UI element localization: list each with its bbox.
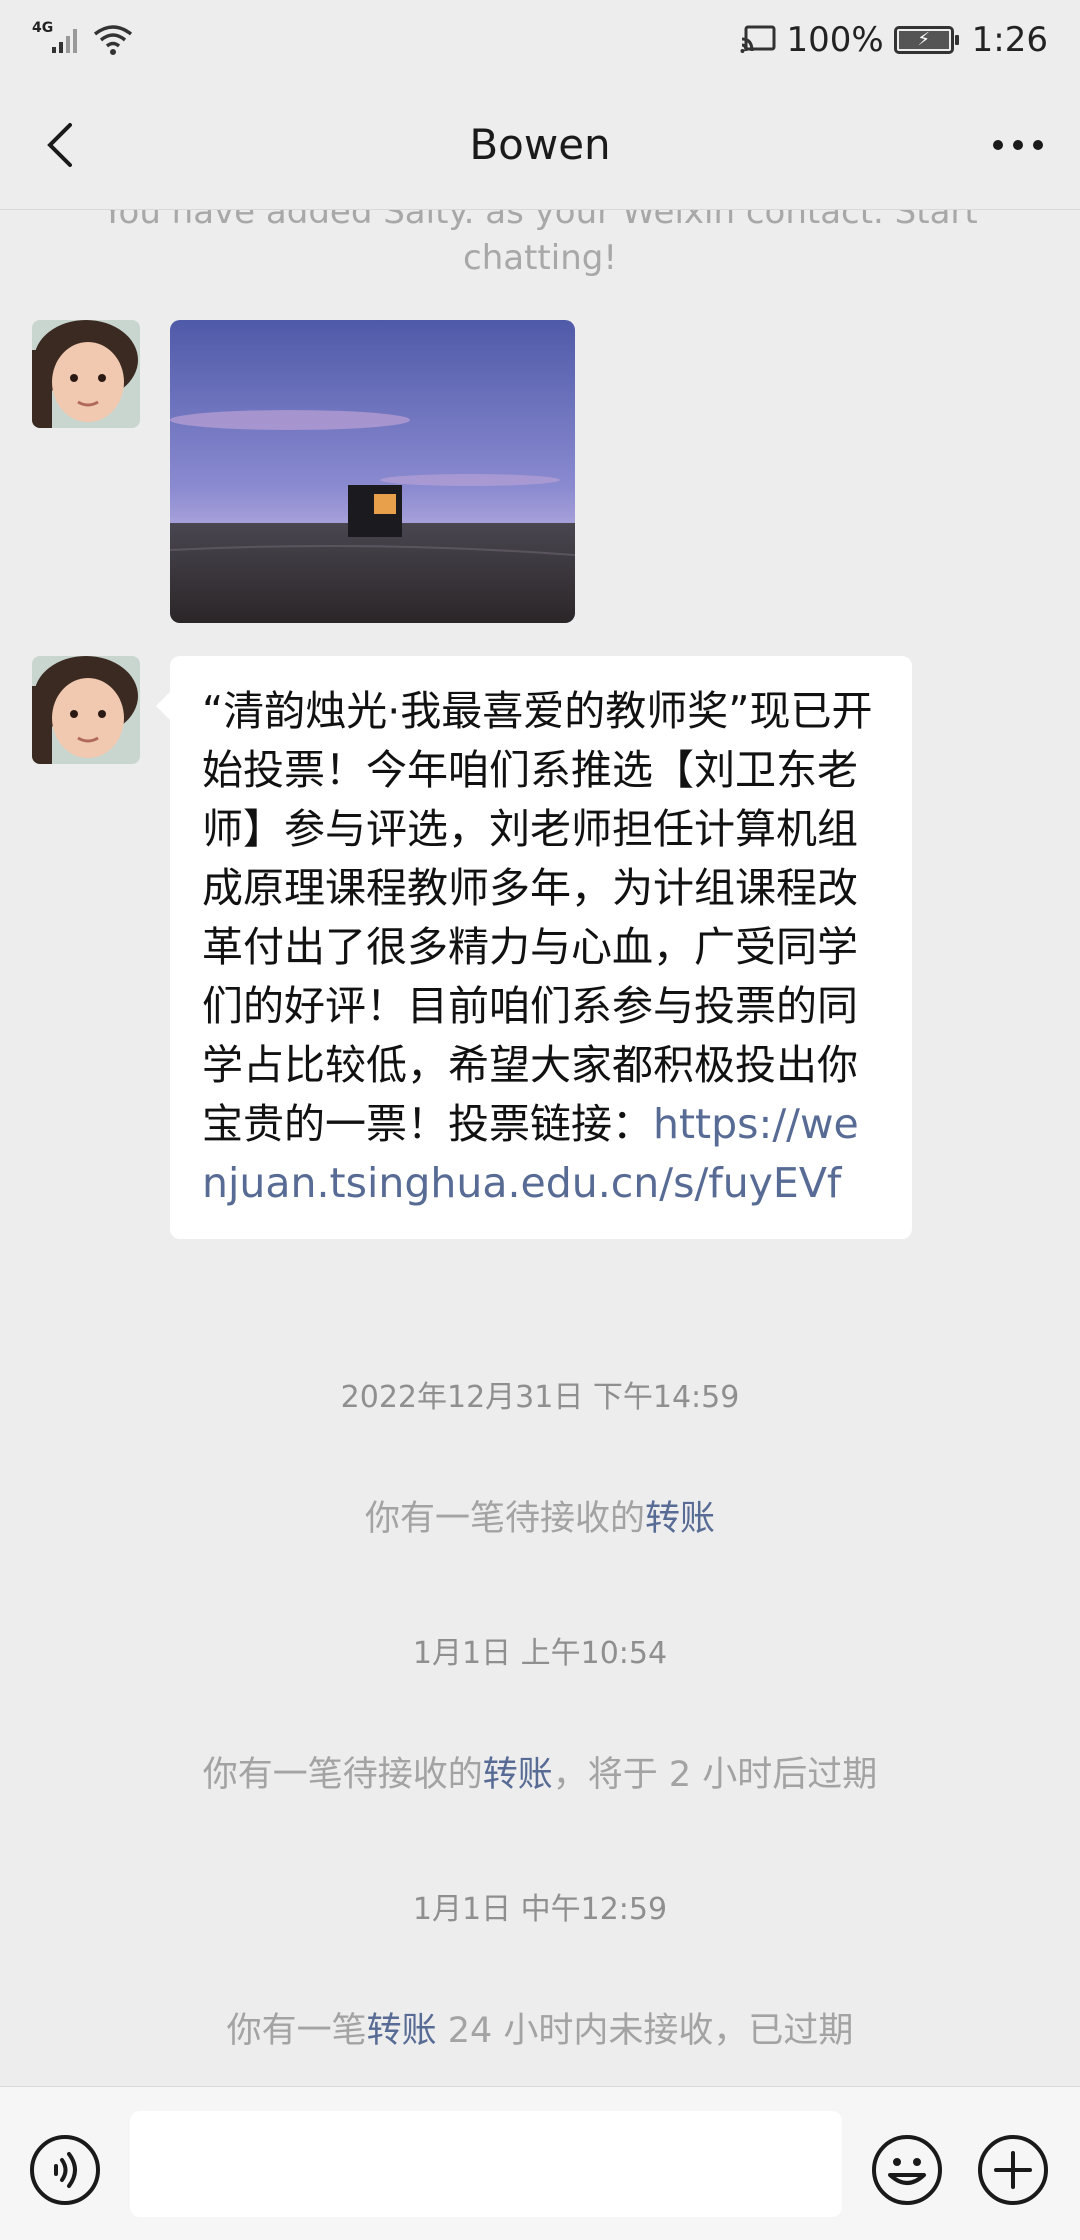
avatar[interactable] [32,656,140,764]
transfer-link[interactable]: 转账 [483,1755,553,1795]
input-bar [0,2086,1080,2240]
network-type: 4G [32,20,54,36]
plus-button[interactable] [976,2133,1050,2207]
status-left: 4G [32,20,133,56]
chat-header: Bowen [0,80,1080,210]
status-bar: 4G 100% ⚡ 1:26 [0,0,1080,80]
timestamp: 1月1日 中午12:59 [412,1892,668,1927]
chat-area[interactable]: You have added Salty. as your Weixin con… [0,210,1080,2086]
landscape-photo [170,320,575,623]
more-dots-icon [993,140,1043,150]
chat-title: Bowen [469,120,611,169]
status-right: 100% ⚡ 1:26 [740,20,1048,60]
timestamp: 2022年12月31日 下午14:59 [340,1380,740,1415]
transfer-notice: 你有一笔转账 24 小时内未接收，已过期 [0,2002,1080,2053]
notice-suffix: 24 小时内未接收，已过期 [436,2011,854,2051]
signal-icon [52,29,78,53]
transfer-link[interactable]: 转账 [645,1499,715,1539]
emoji-button[interactable] [870,2133,944,2207]
wifi-icon [94,25,133,55]
voice-button[interactable] [28,2133,102,2207]
text-message[interactable]: “清韵烛光·我最喜爱的教师奖”现已开始投票！今年咱们系推选【刘卫东老师】参与评选… [156,656,912,1239]
back-button[interactable] [34,120,84,170]
system-message-line1: You have added Salty. as your Weixin con… [102,210,978,232]
message-input[interactable] [130,2111,842,2217]
notice-text: 你有一笔待接收的 [364,1499,645,1539]
avatar[interactable] [32,320,140,428]
timestamp: 1月1日 上午10:54 [412,1636,668,1671]
voice-icon [30,2135,100,2205]
plus-icon [978,2135,1048,2205]
transfer-notice: 你有一笔待接收的转账 [0,1490,1080,1541]
notice-text: 你有一笔 [226,2011,367,2051]
emoji-icon [872,2135,942,2205]
notice-suffix: ，将于 2 小时后过期 [552,1755,878,1795]
more-button[interactable] [988,120,1048,170]
transfer-notice: 你有一笔待接收的转账，将于 2 小时后过期 [0,1746,1080,1797]
clock: 1:26 [971,20,1048,60]
transfer-link[interactable]: 转账 [367,2011,437,2051]
avatar-image [32,320,140,428]
battery-percent: 100% [786,20,884,60]
cast-icon [740,25,776,53]
message-text: “清韵烛光·我最喜爱的教师奖”现已开始投票！今年咱们系推选【刘卫东老师】参与评选… [202,687,873,1148]
avatar-image [32,656,140,764]
battery-icon: ⚡ [893,26,959,54]
notice-text: 你有一笔待接收的 [202,1755,483,1795]
chevron-left-icon [47,123,72,167]
image-message[interactable] [170,320,575,623]
system-message-line2: chatting! [463,238,617,278]
